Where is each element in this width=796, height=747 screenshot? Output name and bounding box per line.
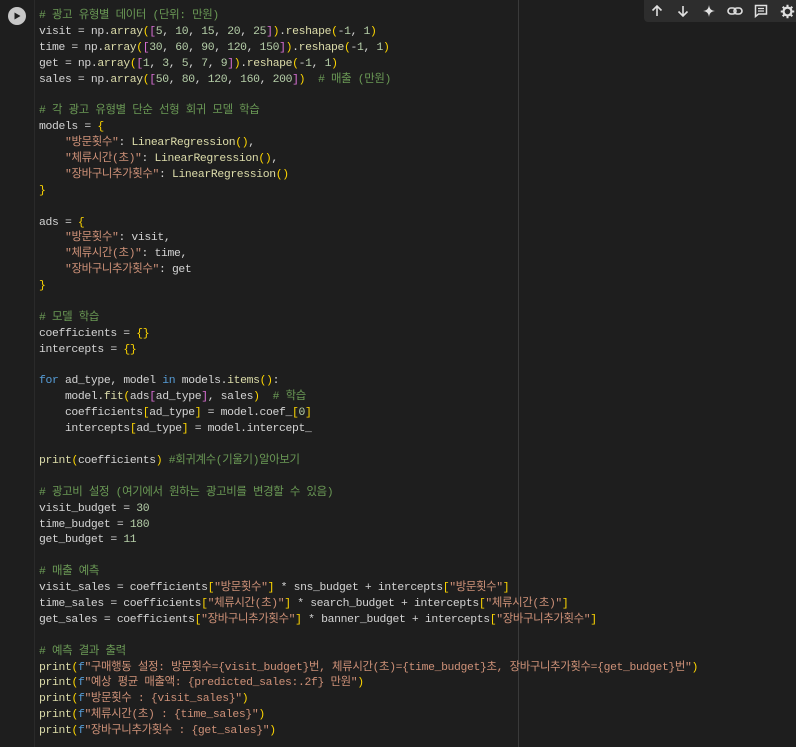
cell-gutter bbox=[0, 0, 35, 747]
code-line: model.fit(ads[ad_type], sales) # 학습 bbox=[39, 391, 306, 404]
code-line: "장바구니추가횟수": LinearRegression() bbox=[64, 168, 289, 181]
code-line: coefficients = {} bbox=[39, 327, 150, 340]
code-line: } bbox=[39, 280, 46, 293]
comment-icon bbox=[754, 4, 768, 18]
code-line: get = np.array([1, 3, 5, 7, 9]).reshape(… bbox=[39, 57, 338, 70]
code-line: intercepts = {} bbox=[39, 343, 137, 356]
code-line: visit_sales = coefficients["방문횟수"] * sns… bbox=[39, 582, 510, 595]
code-line: time_sales = coefficients["체류시간(초)"] * s… bbox=[39, 597, 569, 610]
link-icon bbox=[727, 7, 743, 15]
cell-settings-button[interactable] bbox=[776, 1, 796, 21]
code-line: } bbox=[39, 184, 46, 197]
code-line: print(f"구매행동 설정: 방문횟수={visit_budget}번, 체… bbox=[39, 661, 699, 674]
sparkle-icon bbox=[703, 5, 715, 17]
code-line: get_sales = coefficients["장바구니추가횟수"] * b… bbox=[39, 613, 597, 626]
code-line: for ad_type, model in models.items(): bbox=[39, 375, 280, 388]
code-line: # 매출 예측 bbox=[39, 566, 99, 579]
code-line: sales = np.array([50, 80, 120, 160, 200]… bbox=[39, 73, 392, 86]
code-line: print(f"체류시간(초) : {time_sales}") bbox=[39, 709, 265, 722]
code-line: print(f"장바구니추가횟수 : {get_sales}") bbox=[39, 725, 276, 738]
code-editor[interactable]: # 광고 유형별 데이터 (단위: 만원) visit = np.array([5… bbox=[39, 9, 698, 740]
arrow-down-icon bbox=[677, 6, 689, 18]
code-line: # 모델 학습 bbox=[39, 311, 99, 324]
code-line: intercepts[ad_type] = model.intercept_ bbox=[39, 423, 312, 436]
code-line: visit = np.array([5, 10, 15, 20, 25]).re… bbox=[39, 25, 377, 38]
code-line: visit_budget = 30 bbox=[39, 502, 150, 515]
move-cell-up-button[interactable] bbox=[646, 1, 668, 21]
code-line: "체류시간(초)": time, bbox=[64, 248, 187, 261]
ai-assist-button[interactable] bbox=[698, 1, 720, 21]
code-line: time = np.array([30, 60, 90, 120, 150]).… bbox=[39, 41, 390, 54]
code-line: ads = { bbox=[39, 216, 85, 229]
gear-icon bbox=[780, 4, 794, 18]
code-line: get_budget = 11 bbox=[39, 534, 137, 547]
code-line: time_budget = 180 bbox=[39, 518, 150, 531]
code-line: print(f"방문횟수 : {visit_sales}") bbox=[39, 693, 249, 706]
code-line: # 광고 유형별 데이터 (단위: 만원) bbox=[39, 10, 219, 22]
code-line: "장바구니추가횟수": get bbox=[64, 264, 192, 277]
code-line: "방문횟수": LinearRegression(), bbox=[64, 137, 255, 150]
copy-link-button[interactable] bbox=[724, 1, 746, 21]
code-line: print(f"예상 평균 매출액: {predicted_sales:.2f}… bbox=[39, 677, 364, 690]
code-line: print(coefficients) #회귀계수(기울기)알아보기 bbox=[39, 454, 300, 467]
add-comment-button[interactable] bbox=[750, 1, 772, 21]
code-line: # 광고비 설정 (여기에서 원하는 광고비를 변경할 수 있음) bbox=[39, 486, 334, 499]
code-line: "방문횟수": visit, bbox=[64, 232, 171, 245]
code-line: coefficients[ad_type] = model.coef_[0] bbox=[39, 407, 312, 420]
code-line: # 예측 결과 출력 bbox=[39, 645, 126, 658]
run-cell-button[interactable] bbox=[8, 7, 26, 25]
code-line: "체류시간(초)": LinearRegression(), bbox=[64, 153, 278, 166]
cell-toolbar bbox=[644, 0, 796, 22]
code-line: # 각 광고 유형별 단순 선형 회귀 모델 학습 bbox=[39, 105, 260, 118]
code-line: models = { bbox=[39, 121, 104, 134]
move-cell-down-button[interactable] bbox=[672, 1, 694, 21]
arrow-up-icon bbox=[651, 4, 663, 16]
play-icon bbox=[14, 12, 21, 20]
